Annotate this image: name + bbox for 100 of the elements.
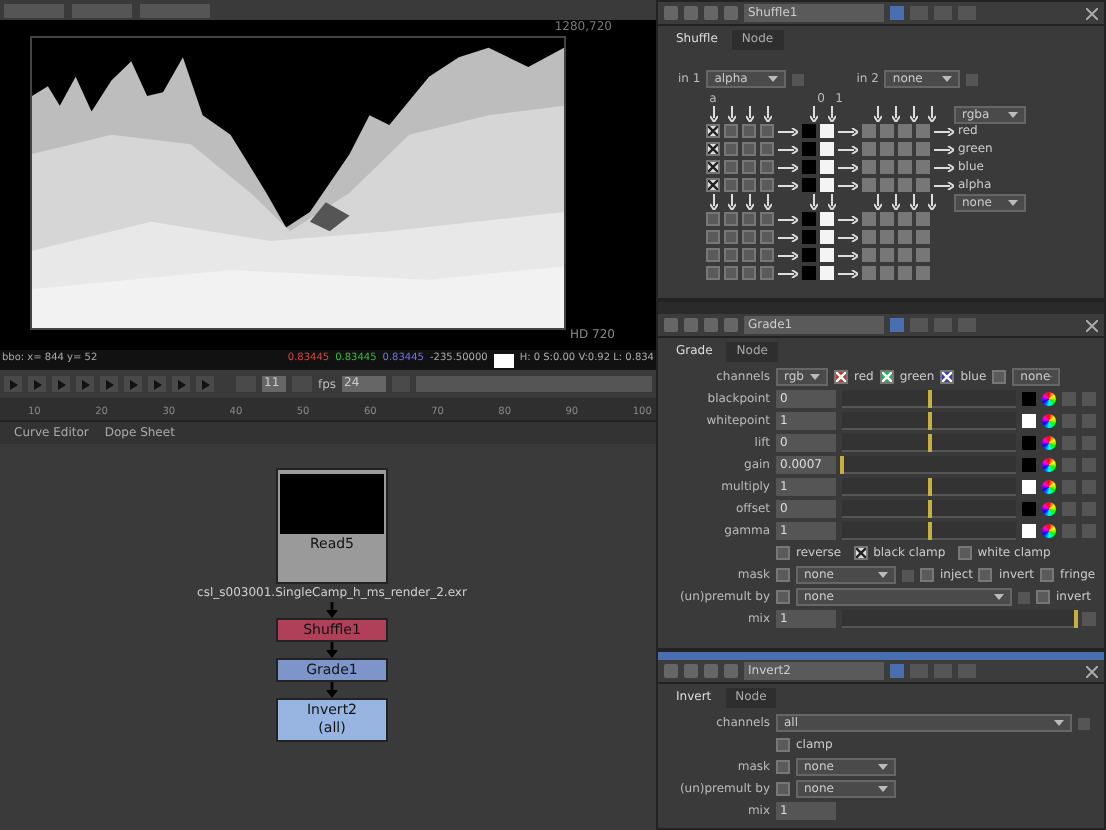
checkbox[interactable]	[706, 230, 720, 244]
checkbox[interactable]	[706, 142, 720, 156]
checkbox[interactable]	[853, 546, 868, 560]
checkbox[interactable]	[940, 370, 955, 384]
channel-square[interactable]	[862, 230, 876, 244]
channel-square[interactable]	[802, 266, 816, 280]
channel-square[interactable]	[820, 160, 834, 174]
checkbox[interactable]	[920, 568, 934, 582]
checkbox[interactable]	[724, 124, 738, 138]
slider-track[interactable]	[842, 500, 1016, 518]
checkbox[interactable]	[742, 212, 756, 226]
channel-square[interactable]	[916, 266, 930, 280]
channel-square[interactable]	[898, 248, 912, 262]
value-field[interactable]	[140, 3, 210, 17]
dropdown[interactable]	[4, 3, 64, 17]
checkbox[interactable]	[724, 212, 738, 226]
channel-square[interactable]	[916, 142, 930, 156]
channel-square[interactable]	[820, 124, 834, 138]
slider-track[interactable]	[842, 478, 1016, 496]
slider-track[interactable]	[842, 412, 1016, 430]
checkbox[interactable]	[706, 160, 720, 174]
channel-square[interactable]	[916, 212, 930, 226]
slider-track[interactable]	[842, 456, 1016, 474]
channel-square[interactable]	[880, 160, 894, 174]
channel-square[interactable]	[898, 266, 912, 280]
channel-square[interactable]	[802, 160, 816, 174]
checkbox[interactable]	[834, 370, 848, 384]
checkbox[interactable]	[879, 370, 894, 384]
channel-square[interactable]	[880, 178, 894, 192]
checkbox[interactable]	[776, 546, 790, 560]
channel-square[interactable]	[862, 142, 876, 156]
channel-square[interactable]	[820, 230, 834, 244]
checkbox[interactable]	[724, 266, 738, 280]
checkbox[interactable]	[776, 782, 790, 796]
channel-square[interactable]	[898, 160, 912, 174]
channel-square[interactable]	[820, 178, 834, 192]
checkbox[interactable]	[776, 568, 790, 582]
channel-square[interactable]	[862, 266, 876, 280]
color-swatch[interactable]	[1022, 392, 1036, 406]
checkbox[interactable]	[724, 248, 738, 262]
channel-square[interactable]	[880, 266, 894, 280]
color-swatch[interactable]	[1022, 436, 1036, 450]
channel-square[interactable]	[862, 178, 876, 192]
checkbox[interactable]	[706, 178, 720, 192]
checkbox[interactable]	[776, 760, 790, 774]
channel-square[interactable]	[916, 248, 930, 262]
playback-icon[interactable]	[100, 376, 118, 392]
playback-icon[interactable]	[172, 376, 190, 392]
checkbox[interactable]	[776, 738, 790, 752]
checkbox[interactable]	[1036, 590, 1050, 604]
close-icon[interactable]	[1086, 7, 1098, 19]
checkbox[interactable]	[760, 230, 774, 244]
channel-square[interactable]	[898, 212, 912, 226]
checkbox[interactable]	[742, 160, 756, 174]
channel-square[interactable]	[916, 160, 930, 174]
channel-square[interactable]	[862, 124, 876, 138]
checkbox[interactable]	[706, 124, 720, 138]
slider-track[interactable]	[842, 390, 1016, 408]
channel-square[interactable]	[862, 212, 876, 226]
checkbox[interactable]	[742, 142, 756, 156]
channel-square[interactable]	[898, 178, 912, 192]
channel-square[interactable]	[820, 212, 834, 226]
channel-square[interactable]	[802, 248, 816, 262]
checkbox[interactable]	[760, 160, 774, 174]
playback-icon[interactable]	[148, 376, 166, 392]
checkbox[interactable]	[760, 266, 774, 280]
channel-square[interactable]	[802, 142, 816, 156]
checkbox[interactable]	[742, 230, 756, 244]
channel-square[interactable]	[862, 248, 876, 262]
color-icon[interactable]	[890, 6, 904, 20]
close-icon[interactable]	[1086, 319, 1098, 331]
checkbox[interactable]	[760, 124, 774, 138]
channel-square[interactable]	[916, 230, 930, 244]
checkbox[interactable]	[742, 266, 756, 280]
channel-square[interactable]	[862, 160, 876, 174]
channel-square[interactable]	[802, 178, 816, 192]
checkbox[interactable]	[760, 248, 774, 262]
channel-square[interactable]	[898, 124, 912, 138]
channel-square[interactable]	[880, 248, 894, 262]
color-icon[interactable]	[890, 318, 904, 332]
channel-square[interactable]	[802, 230, 816, 244]
checkbox[interactable]	[742, 248, 756, 262]
channel-square[interactable]	[880, 124, 894, 138]
checkbox[interactable]	[1040, 568, 1055, 582]
color-swatch[interactable]	[1022, 524, 1036, 538]
color-icon[interactable]	[890, 664, 904, 678]
channel-square[interactable]	[820, 266, 834, 280]
channel-square[interactable]	[802, 212, 816, 226]
playback-icon[interactable]	[28, 376, 46, 392]
channel-square[interactable]	[916, 178, 930, 192]
checkbox[interactable]	[742, 178, 756, 192]
checkbox[interactable]	[776, 590, 790, 604]
checkbox[interactable]	[706, 266, 720, 280]
playback-icon[interactable]	[76, 376, 94, 392]
playback-icon[interactable]	[124, 376, 142, 392]
checkbox[interactable]	[978, 568, 993, 582]
slider-track[interactable]	[842, 434, 1016, 452]
channel-square[interactable]	[880, 230, 894, 244]
checkbox[interactable]	[957, 546, 972, 560]
channel-square[interactable]	[820, 142, 834, 156]
